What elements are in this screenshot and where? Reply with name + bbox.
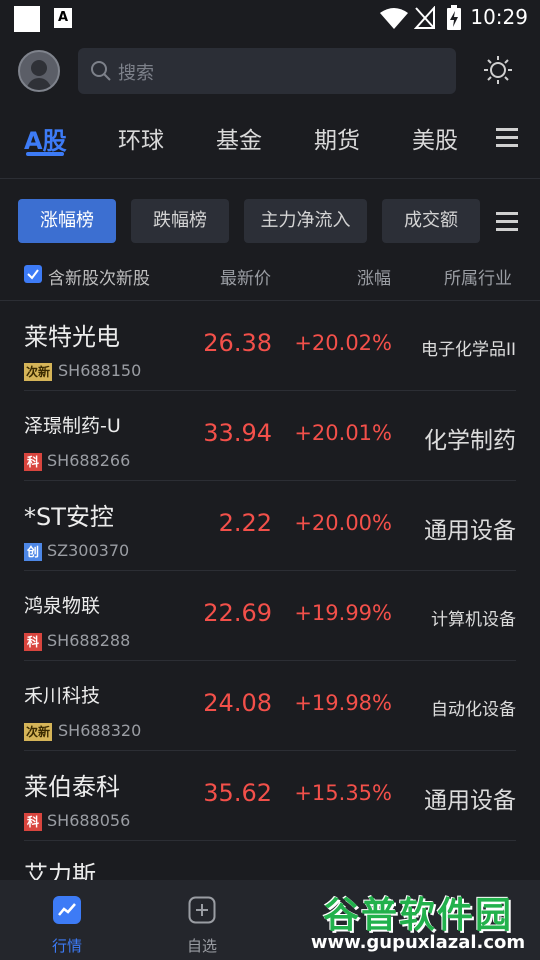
add-watchlist-icon bbox=[188, 896, 216, 924]
notification-square-icon bbox=[14, 6, 40, 32]
stock-price: 26.38 bbox=[203, 329, 272, 357]
nav-market-label: 行情 bbox=[51, 937, 82, 955]
stock-change: +20.00% bbox=[294, 511, 392, 535]
stock-tag-badge: 科 bbox=[24, 453, 42, 471]
stock-code: SH688056 bbox=[47, 811, 131, 830]
rank-tab-gainers[interactable]: 涨幅榜 bbox=[18, 199, 116, 243]
stock-code: SH688288 bbox=[47, 631, 131, 650]
stock-industry: 电子化学品II bbox=[420, 340, 516, 360]
stock-name: 莱伯泰科 bbox=[24, 773, 120, 801]
stock-tag-badge: 次新 bbox=[24, 363, 52, 381]
stock-name: *ST安控 bbox=[24, 503, 114, 531]
stock-industry: 通用设备 bbox=[424, 788, 516, 814]
stock-price: 22.69 bbox=[203, 599, 272, 627]
include-new-stocks-label[interactable]: 含新股次新股 bbox=[48, 264, 150, 289]
stock-code: SH688320 bbox=[58, 721, 142, 740]
search-input[interactable]: 搜索 bbox=[78, 48, 456, 94]
status-bar: A 10:29 bbox=[0, 0, 540, 36]
stock-code: SH688150 bbox=[58, 361, 142, 380]
no-signal-icon bbox=[414, 6, 435, 29]
settings-sun-icon[interactable] bbox=[484, 56, 512, 84]
tab-funds[interactable]: 基金 bbox=[216, 121, 262, 155]
stock-name: 莱特光电 bbox=[24, 323, 120, 351]
nav-watchlist-label: 自选 bbox=[186, 937, 217, 955]
tab-futures[interactable]: 期货 bbox=[314, 121, 360, 155]
stock-change: +20.01% bbox=[294, 421, 392, 445]
avatar[interactable] bbox=[18, 50, 60, 92]
stock-name: 泽璟制药-U bbox=[24, 415, 121, 437]
stock-tag-badge: 创 bbox=[24, 543, 42, 561]
clock: 10:29 bbox=[470, 5, 528, 29]
stock-tag-badge: 科 bbox=[24, 633, 42, 651]
stock-price: 24.08 bbox=[203, 689, 272, 717]
stock-industry: 计算机设备 bbox=[431, 610, 516, 630]
watermark-title: 谷普软件园 bbox=[322, 895, 513, 936]
stock-code: SH688266 bbox=[47, 451, 131, 470]
menu-icon[interactable] bbox=[496, 127, 518, 147]
tab-us-stocks[interactable]: 美股 bbox=[412, 121, 458, 155]
tab-global[interactable]: 环球 bbox=[118, 121, 164, 155]
tab-a-shares[interactable]: A股 bbox=[24, 121, 67, 156]
search-icon bbox=[91, 61, 111, 81]
stock-row[interactable]: 莱伯泰科 科 SH688056 35.62 +15.35% 通用设备 bbox=[0, 751, 540, 841]
column-header-price[interactable]: 最新价 bbox=[220, 264, 271, 289]
stock-row[interactable]: 泽璟制药-U 科 SH688266 33.94 +20.01% 化学制药 bbox=[0, 391, 540, 481]
watermark: 谷普软件园 www.gupuxlazal.com bbox=[296, 886, 540, 960]
divider bbox=[0, 178, 540, 179]
column-header-change[interactable]: 涨幅 bbox=[357, 264, 391, 289]
rank-tab-turnover[interactable]: 成交额 bbox=[382, 199, 480, 243]
watermark-url: www.gupuxlazal.com bbox=[310, 932, 526, 953]
stock-price: 35.62 bbox=[203, 779, 272, 807]
stock-price: 2.22 bbox=[218, 509, 272, 537]
stock-name: 鸿泉物联 bbox=[24, 595, 101, 617]
stock-change: +20.02% bbox=[294, 331, 392, 355]
stock-row[interactable]: 莱特光电 次新 SH688150 26.38 +20.02% 电子化学品II bbox=[0, 301, 540, 391]
stock-industry: 通用设备 bbox=[424, 518, 516, 544]
stock-code: SZ300370 bbox=[47, 541, 130, 560]
stock-price: 33.94 bbox=[203, 419, 272, 447]
check-icon bbox=[27, 269, 39, 280]
nav-market[interactable]: 行情 bbox=[27, 880, 107, 960]
stock-change: +15.35% bbox=[294, 781, 392, 805]
app-a-icon: A bbox=[54, 8, 72, 28]
market-chart-icon bbox=[53, 896, 81, 924]
stock-row[interactable]: 禾川科技 次新 SH688320 24.08 +19.98% 自动化设备 bbox=[0, 661, 540, 751]
stock-row[interactable]: 鸿泉物联 科 SH688288 22.69 +19.99% 计算机设备 bbox=[0, 571, 540, 661]
stock-change: +19.98% bbox=[294, 691, 392, 715]
stock-industry: 自动化设备 bbox=[431, 700, 516, 720]
stock-row[interactable]: *ST安控 创 SZ300370 2.22 +20.00% 通用设备 bbox=[0, 481, 540, 571]
nav-watchlist[interactable]: 自选 bbox=[162, 880, 242, 960]
stock-industry: 化学制药 bbox=[424, 428, 516, 454]
active-tab-indicator bbox=[26, 152, 64, 156]
include-new-stocks-checkbox[interactable] bbox=[24, 265, 42, 283]
stock-tag-badge: 科 bbox=[24, 813, 42, 831]
search-placeholder: 搜索 bbox=[118, 63, 154, 84]
user-silhouette-icon bbox=[25, 60, 53, 90]
stock-change: +19.99% bbox=[294, 601, 392, 625]
wifi-icon bbox=[380, 8, 408, 29]
rank-tab-main-inflow[interactable]: 主力净流入 bbox=[244, 199, 367, 243]
column-header-industry: 所属行业 bbox=[444, 269, 512, 289]
rank-tab-losers[interactable]: 跌幅榜 bbox=[131, 199, 229, 243]
stock-name: 禾川科技 bbox=[24, 685, 101, 707]
more-rank-menu-icon[interactable] bbox=[496, 211, 518, 231]
stock-tag-badge: 次新 bbox=[24, 723, 52, 741]
battery-charging-icon bbox=[447, 5, 461, 30]
